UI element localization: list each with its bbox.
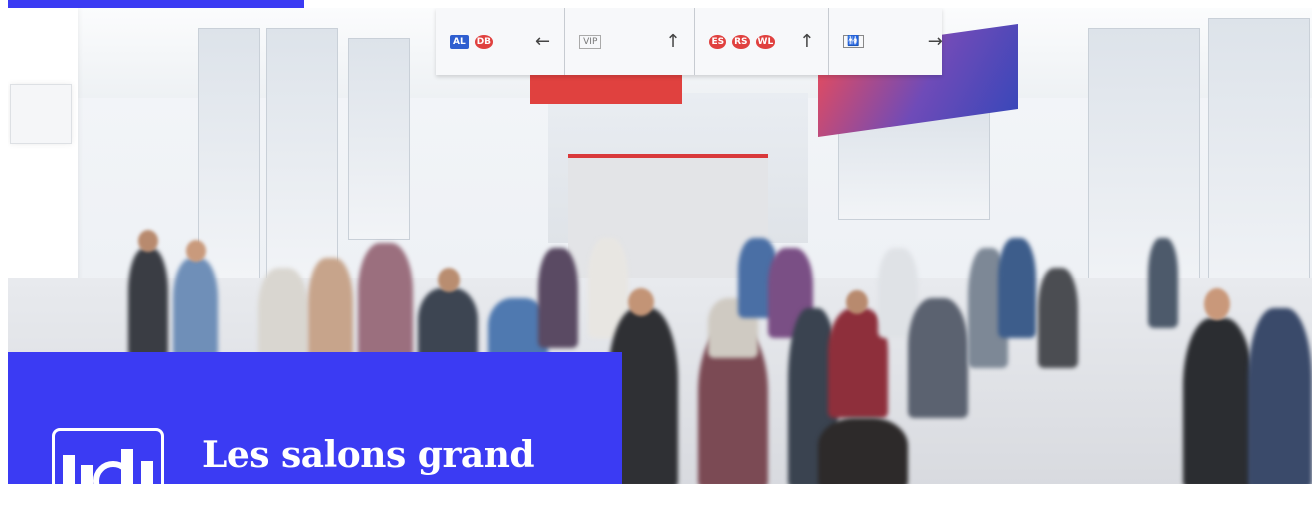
person <box>818 418 908 484</box>
person-head <box>1204 288 1230 320</box>
gear-icon <box>93 461 133 495</box>
person-head <box>186 240 206 262</box>
icon-bar <box>81 465 93 495</box>
icon-bar <box>141 461 153 495</box>
person-head <box>846 290 868 314</box>
person <box>908 298 968 418</box>
person <box>358 243 413 363</box>
top-accent-bar <box>8 0 304 8</box>
person <box>1183 318 1253 484</box>
person-head <box>438 268 460 292</box>
info-card: Les salons grand public et les <box>8 352 622 522</box>
icon-bar <box>63 455 75 495</box>
person <box>1148 238 1178 328</box>
card-title: Les salons grand public et les <box>202 434 535 522</box>
person <box>1038 268 1078 368</box>
person-head <box>138 230 158 252</box>
person <box>173 258 218 358</box>
person <box>998 238 1036 338</box>
event-venue-gear-icon <box>52 428 164 498</box>
person <box>1248 308 1312 484</box>
person <box>538 248 578 348</box>
person-head <box>628 288 654 316</box>
person <box>128 248 168 358</box>
